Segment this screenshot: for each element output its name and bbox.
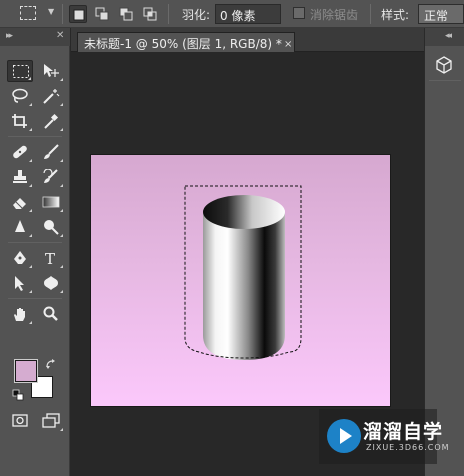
divider (168, 4, 169, 24)
add-to-selection-button[interactable] (93, 5, 111, 23)
svg-text:T: T (45, 250, 55, 266)
swap-colors-icon[interactable] (45, 358, 57, 370)
lasso-tool[interactable] (7, 85, 33, 107)
3d-panel-button[interactable] (433, 54, 455, 74)
divider (8, 242, 62, 243)
gradient-tool[interactable] (38, 191, 64, 213)
add-selection-icon (95, 7, 109, 21)
screen-mode-icon (42, 413, 60, 428)
document-canvas[interactable] (91, 155, 390, 406)
document-tab-title: 未标题-1 @ 50% (图层 1, RGB/8) * (84, 37, 282, 51)
document-tab[interactable]: 未标题-1 @ 50% (图层 1, RGB/8) * × (77, 32, 295, 52)
new-selection-button[interactable] (69, 5, 87, 23)
lasso-icon (12, 88, 28, 103)
divider (8, 136, 62, 137)
zoom-tool[interactable] (38, 303, 64, 325)
type-tool[interactable]: T (38, 247, 64, 269)
bandage-icon (13, 145, 27, 159)
tools-panel: ▸▸ ✕ T (0, 28, 70, 476)
divider (8, 298, 62, 299)
eraser-icon (13, 198, 26, 209)
divider (370, 4, 371, 24)
spot-healing-brush-tool[interactable] (7, 141, 33, 163)
feather-label: 羽化: (182, 8, 211, 22)
crop-icon (12, 114, 27, 128)
eyedropper-tool[interactable] (38, 110, 64, 132)
subtract-from-selection-button[interactable] (117, 5, 135, 23)
hand-icon (14, 308, 25, 321)
divider (62, 4, 63, 24)
magic-wand-icon (43, 89, 60, 104)
eyedropper-icon (44, 113, 59, 129)
cylinder-artwork (184, 185, 302, 360)
right-panel-header: ◂◂ (425, 28, 464, 46)
zoom-icon (43, 306, 58, 321)
tool-preset-picker-icon[interactable] (20, 6, 36, 20)
dodge-icon (44, 220, 59, 235)
default-colors-icon[interactable] (12, 389, 24, 401)
move-tool[interactable] (38, 60, 64, 82)
cylinder-body (203, 212, 285, 360)
chevron-down-icon[interactable]: ▼ (48, 7, 54, 16)
quick-mask-button[interactable] (7, 410, 33, 432)
clone-stamp-tool[interactable] (7, 166, 33, 188)
magic-wand-tool[interactable] (38, 85, 64, 107)
hand-tool[interactable] (7, 303, 33, 325)
watermark-logo (327, 419, 361, 453)
screen-mode-button[interactable] (38, 410, 64, 432)
history-brush-icon (43, 169, 58, 183)
antialias-checkbox[interactable] (293, 7, 305, 19)
document-tab-bar: 未标题-1 @ 50% (图层 1, RGB/8) * × (71, 28, 424, 52)
move-icon (44, 64, 59, 77)
quick-mask-icon (12, 414, 28, 427)
custom-shape-icon (44, 276, 58, 290)
play-icon (340, 428, 352, 444)
close-icon[interactable]: ✕ (56, 30, 64, 41)
crop-tool[interactable] (7, 110, 33, 132)
blur-drop-icon (15, 220, 25, 232)
stamp-icon (13, 170, 27, 183)
tools-panel-header: ▸▸ ✕ (0, 28, 70, 46)
arrow-pointer-icon (15, 276, 24, 291)
feather-input[interactable]: 0 像素 (215, 4, 281, 24)
dodge-tool[interactable] (38, 216, 64, 238)
watermark-title: 溜溜自学 (363, 421, 444, 443)
pen-icon (14, 251, 26, 264)
history-brush-tool[interactable] (38, 166, 64, 188)
style-select[interactable]: 正常 (418, 4, 464, 24)
path-selection-tool[interactable] (7, 272, 33, 294)
blur-tool[interactable] (7, 216, 33, 238)
new-selection-icon (73, 9, 85, 21)
collapse-icon[interactable]: ◂◂ (445, 31, 452, 41)
options-bar: ▼ 羽化: 0 像素 消除锯齿 样式: 正常 (0, 0, 464, 28)
pen-tool[interactable] (7, 247, 33, 269)
close-tab-icon[interactable]: × (284, 39, 292, 50)
intersect-selection-icon (143, 7, 157, 21)
intersect-selection-button[interactable] (141, 5, 159, 23)
brush-icon (44, 144, 59, 159)
type-icon: T (45, 250, 55, 266)
watermark: 溜溜自学 ZIXUE.3D66.COM (319, 409, 449, 464)
foreground-color-swatch[interactable] (14, 359, 38, 383)
cube-icon (436, 56, 452, 74)
collapse-icon[interactable]: ▸▸ (6, 31, 13, 41)
watermark-url: ZIXUE.3D66.COM (366, 443, 450, 452)
rectangular-marquee-tool[interactable] (7, 60, 33, 82)
cylinder-top (203, 195, 285, 229)
gradient-icon (42, 196, 60, 208)
custom-shape-tool[interactable] (38, 272, 64, 294)
brush-tool[interactable] (38, 141, 64, 163)
divider (429, 80, 461, 81)
style-label: 样式: (381, 8, 410, 22)
antialias-label: 消除锯齿 (310, 8, 359, 22)
eraser-tool[interactable] (7, 191, 33, 213)
subtract-selection-icon (119, 7, 133, 21)
